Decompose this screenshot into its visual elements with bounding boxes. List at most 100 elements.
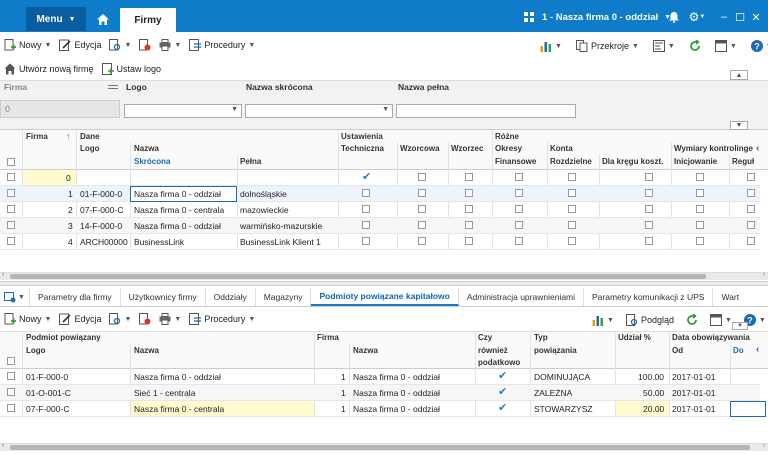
splitter[interactable]: [0, 281, 768, 286]
preview-doc-button[interactable]: ▼: [105, 35, 135, 55]
table-row[interactable]: 01-F-000-0 Nasza firma 0 - oddział 1 Nas…: [0, 369, 760, 385]
select-all-checkbox[interactable]: [7, 158, 15, 166]
procedures-button[interactable]: Procedury ▼: [185, 35, 259, 55]
col-header-pelna[interactable]: Pełna: [240, 157, 261, 166]
layout-button[interactable]: ▼: [711, 36, 741, 56]
chevron-right-icon[interactable]: ›: [763, 442, 765, 449]
col-header-logo[interactable]: Logo: [26, 346, 46, 355]
expand-filter-button[interactable]: ▼: [730, 121, 748, 130]
col-header-rozdzielne[interactable]: Rozdzielne: [550, 157, 592, 166]
cell-checkbox[interactable]: [645, 189, 653, 197]
company-selector[interactable]: 1 - Nasza firma 0 - oddział ▼: [542, 8, 671, 26]
cell-checkbox[interactable]: [747, 237, 755, 245]
row-checkbox[interactable]: [7, 237, 15, 245]
row-checkbox[interactable]: [7, 221, 15, 229]
cell-checkbox[interactable]: [515, 173, 523, 181]
selected-cell[interactable]: [730, 401, 766, 417]
chevron-left-icon[interactable]: ‹: [756, 344, 759, 355]
table-row[interactable]: 4 ARCH00000 BusinessLink BusinessLink Kl…: [0, 234, 760, 250]
cell-checkbox[interactable]: [747, 221, 755, 229]
col-header-regul[interactable]: Reguł: [732, 157, 754, 166]
expand-filter-button[interactable]: ▼: [732, 322, 748, 330]
cell-checkbox[interactable]: [418, 205, 426, 213]
col-header-udzial[interactable]: Udział %: [618, 333, 651, 342]
table-row[interactable]: 2 07-F-000-C Nasza firma 0 - centrala ma…: [0, 202, 760, 218]
tab-firmy[interactable]: Firmy: [120, 8, 176, 32]
refresh-button[interactable]: [685, 36, 705, 56]
chevron-left-icon[interactable]: ‹: [756, 143, 759, 154]
row-checkbox[interactable]: [7, 189, 15, 197]
table-row[interactable]: 1 01-F-000-0 Nasza firma 0 - oddział dol…: [0, 186, 760, 202]
cell-checkbox[interactable]: [465, 221, 473, 229]
cell-checkbox[interactable]: [568, 205, 576, 213]
cell-checkbox[interactable]: [465, 205, 473, 213]
chevron-left-icon[interactable]: ‹: [2, 442, 4, 449]
chevron-left-icon[interactable]: ‹: [2, 271, 4, 278]
tab-parametry-komunikacji-ups[interactable]: Parametry komunikacji z UPS: [584, 288, 714, 306]
views-button[interactable]: Przekroje ▼: [572, 36, 643, 56]
maximize-icon[interactable]: ☐: [732, 8, 748, 26]
cell-checkbox[interactable]: [568, 221, 576, 229]
tab-podmioty-powiazane[interactable]: Podmioty powiązane kapitałowo: [311, 288, 459, 306]
print-button[interactable]: ▼: [155, 35, 185, 55]
row-checkbox[interactable]: [7, 404, 15, 412]
table-row[interactable]: 0 ✔: [0, 170, 760, 186]
cell-checkbox[interactable]: [645, 221, 653, 229]
col-header-finansowe[interactable]: Finansowe: [495, 157, 536, 166]
col-header-nazwa[interactable]: Nazwa: [134, 346, 159, 355]
tabs-menu-button[interactable]: ▼: [0, 288, 30, 306]
cell-checkbox[interactable]: [465, 237, 473, 245]
cell-checkbox[interactable]: [515, 237, 523, 245]
chart-button[interactable]: ▼: [536, 36, 566, 56]
preview-button[interactable]: Podgląd: [622, 310, 678, 330]
col-header-logo[interactable]: Logo: [80, 144, 100, 153]
table-row[interactable]: 3 14-F-000-0 Nasza firma 0 - oddział war…: [0, 218, 760, 234]
col-header-typ[interactable]: Typ: [534, 333, 548, 342]
cell-checkbox[interactable]: [696, 237, 704, 245]
collapse-filter-button[interactable]: ▲: [730, 70, 748, 80]
cell-checkbox[interactable]: [515, 221, 523, 229]
row-checkbox[interactable]: [7, 388, 15, 396]
col-header-inicjowanie[interactable]: Inicjowanie: [674, 157, 717, 166]
row-checkbox[interactable]: [7, 205, 15, 213]
check-icon[interactable]: ✔: [498, 387, 508, 398]
set-logo-button[interactable]: Ustaw logo: [98, 59, 166, 79]
new-button[interactable]: Nowy ▼: [0, 309, 55, 329]
scrollbar-thumb[interactable]: [10, 445, 750, 450]
col-header-od[interactable]: Od: [672, 346, 683, 355]
cell-checkbox[interactable]: [696, 221, 704, 229]
cell-checkbox[interactable]: [362, 237, 370, 245]
col-header-firma[interactable]: Firma: [26, 132, 48, 141]
select-all-checkbox[interactable]: [7, 357, 15, 365]
cell-checkbox[interactable]: [362, 221, 370, 229]
menu-button[interactable]: Menu ▼: [26, 7, 86, 31]
create-company-button[interactable]: Utwórz nową firmę: [0, 59, 98, 79]
row-checkbox[interactable]: [7, 173, 15, 181]
edit-button[interactable]: Edycja: [55, 35, 105, 55]
edit-button[interactable]: Edycja: [55, 309, 105, 329]
close-icon[interactable]: ✕: [748, 8, 764, 26]
tab-administracja-uprawnieniami[interactable]: Administracja uprawnieniami: [459, 288, 585, 306]
cell-checkbox[interactable]: [418, 189, 426, 197]
filter-short-name-select[interactable]: ▼: [245, 104, 393, 118]
help-button[interactable]: ? ▼: [747, 36, 768, 56]
scrollbar-thumb[interactable]: [10, 274, 706, 279]
procedures-button[interactable]: Procedury ▼: [185, 309, 259, 329]
delete-button[interactable]: [135, 309, 155, 329]
delete-button[interactable]: [135, 35, 155, 55]
check-icon[interactable]: ✔: [498, 371, 508, 382]
cell-checkbox[interactable]: [747, 173, 755, 181]
col-header-skrocona[interactable]: Skrócona: [134, 157, 170, 166]
tab-uzytkownicy-firmy[interactable]: Użytkownicy firmy: [121, 288, 206, 306]
cell-checkbox[interactable]: [362, 189, 370, 197]
col-header-czy[interactable]: Czy: [478, 333, 492, 342]
check-icon[interactable]: ✔: [362, 172, 372, 183]
col-header-wzorzec[interactable]: Wzorzec: [451, 144, 483, 153]
tab-magazyny[interactable]: Magazyny: [256, 288, 312, 306]
col-header-okresy[interactable]: Okresy: [495, 144, 522, 153]
cell-checkbox[interactable]: [747, 189, 755, 197]
table-row-selected[interactable]: 07-F-000-C Nasza firma 0 - centrala 1 Na…: [0, 401, 766, 417]
col-header-dla-kregu[interactable]: Dla kręgu koszt.: [602, 157, 663, 166]
horizontal-scrollbar[interactable]: ‹ ›: [0, 442, 768, 451]
new-button[interactable]: Nowy ▼: [0, 35, 55, 55]
